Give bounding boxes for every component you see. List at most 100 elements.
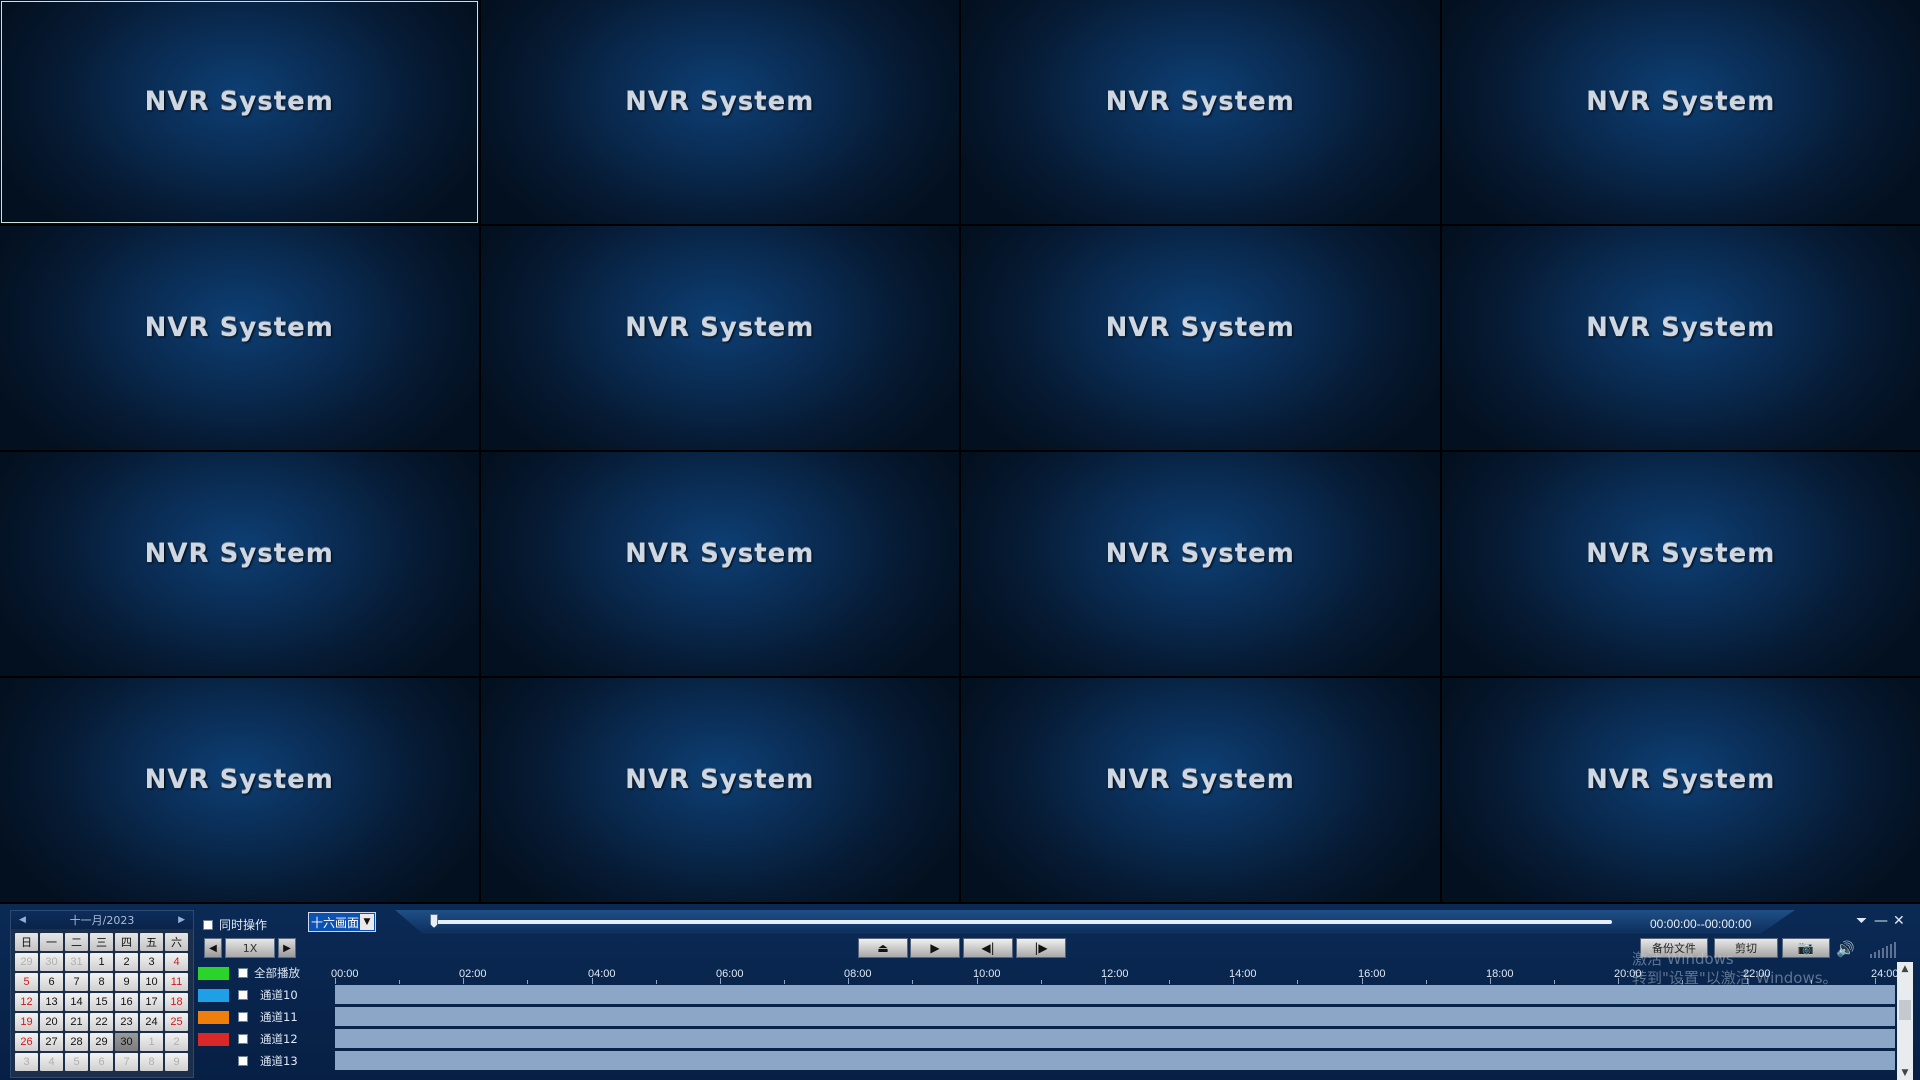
time-tick [1490, 978, 1491, 984]
video-tile[interactable]: NVR System [1441, 452, 1920, 676]
video-tile[interactable]: NVR System [0, 0, 479, 224]
calendar-day[interactable]: 11 [165, 973, 188, 991]
calendar-day[interactable]: 6 [40, 973, 63, 991]
calendar-day[interactable]: 6 [90, 1053, 113, 1071]
volume-icon[interactable]: 🔊 [1836, 940, 1855, 958]
eject-button[interactable]: ⏏ [858, 938, 908, 958]
calendar-day[interactable]: 31 [65, 953, 88, 971]
channel-checkbox[interactable] [238, 990, 248, 1000]
calendar-day[interactable]: 7 [65, 973, 88, 991]
weekday-header: 五 [140, 933, 163, 951]
channel-checkbox[interactable] [238, 1034, 248, 1044]
calendar-day[interactable]: 9 [115, 973, 138, 991]
calendar-day[interactable]: 8 [90, 973, 113, 991]
calendar-day[interactable]: 4 [165, 953, 188, 971]
all-play-checkbox[interactable] [238, 968, 248, 978]
close-icon[interactable]: ✕ [1893, 913, 1905, 929]
video-tile[interactable]: NVR System [961, 452, 1440, 676]
video-tile[interactable]: NVR System [0, 452, 479, 676]
video-tile[interactable]: NVR System [480, 0, 959, 224]
channel-track[interactable] [335, 1007, 1895, 1026]
dropdown-arrow-icon[interactable]: ▼ [360, 914, 374, 930]
calendar-month-label: 十一月/2023 [69, 914, 135, 927]
video-tile[interactable]: NVR System [961, 226, 1440, 450]
video-tile[interactable]: NVR System [1441, 226, 1920, 450]
calendar-day[interactable]: 3 [140, 953, 163, 971]
scroll-down-icon[interactable]: ▼ [1897, 1066, 1913, 1080]
calendar-day[interactable]: 22 [90, 1013, 113, 1031]
backup-file-button[interactable]: 备份文件 [1640, 938, 1708, 958]
calendar-day[interactable]: 21 [65, 1013, 88, 1031]
scroll-up-icon[interactable]: ▲ [1897, 962, 1913, 976]
calendar-day[interactable]: 16 [115, 993, 138, 1011]
calendar-day[interactable]: 30 [115, 1033, 138, 1051]
channel-track[interactable] [335, 985, 1895, 1004]
channel-row: 通道10 [198, 984, 334, 1006]
video-tile[interactable]: NVR System [480, 678, 959, 902]
speed-up-button[interactable]: ▶ [278, 938, 296, 958]
calendar-day[interactable]: 9 [165, 1053, 188, 1071]
calendar-day[interactable]: 2 [165, 1033, 188, 1051]
step-forward-button[interactable]: |▶ [1016, 938, 1066, 958]
video-tile[interactable]: NVR System [480, 226, 959, 450]
progress-track[interactable] [432, 920, 1612, 924]
prev-month-icon[interactable]: ◀ [19, 915, 26, 925]
play-button[interactable]: ▶ [910, 938, 960, 958]
calendar-day[interactable]: 5 [15, 973, 38, 991]
video-tile[interactable]: NVR System [961, 0, 1440, 224]
collapse-icon[interactable]: ⏷ [1856, 913, 1867, 929]
calendar-day[interactable]: 13 [40, 993, 63, 1011]
sync-operation[interactable]: 同时操作 [203, 916, 267, 933]
calendar-day[interactable]: 8 [140, 1053, 163, 1071]
calendar-day[interactable]: 4 [40, 1053, 63, 1071]
calendar-day[interactable]: 24 [140, 1013, 163, 1031]
calendar-day[interactable]: 1 [90, 953, 113, 971]
calendar-day[interactable]: 23 [115, 1013, 138, 1031]
calendar-day[interactable]: 10 [140, 973, 163, 991]
calendar-day[interactable]: 1 [140, 1033, 163, 1051]
sync-checkbox[interactable] [203, 919, 213, 930]
time-tick [1297, 980, 1298, 984]
calendar-day[interactable]: 27 [40, 1033, 63, 1051]
video-tile[interactable]: NVR System [1441, 678, 1920, 902]
step-back-button[interactable]: ◀| [963, 938, 1013, 958]
channel-checkbox[interactable] [238, 1056, 248, 1066]
scroll-thumb[interactable] [1899, 1000, 1911, 1020]
calendar-day[interactable]: 15 [90, 993, 113, 1011]
calendar-day[interactable]: 28 [65, 1033, 88, 1051]
calendar-day[interactable]: 17 [140, 993, 163, 1011]
calendar-day[interactable]: 12 [15, 993, 38, 1011]
calendar-day[interactable]: 2 [115, 953, 138, 971]
video-tile[interactable]: NVR System [0, 678, 479, 902]
calendar-day[interactable]: 26 [15, 1033, 38, 1051]
minimize-icon[interactable]: — [1874, 913, 1888, 929]
calendar-day[interactable]: 29 [15, 953, 38, 971]
calendar-day[interactable]: 7 [115, 1053, 138, 1071]
calendar-day[interactable]: 19 [15, 1013, 38, 1031]
snapshot-button[interactable]: 📷 [1782, 938, 1830, 958]
channel-track[interactable] [335, 1051, 1895, 1070]
next-month-icon[interactable]: ▶ [178, 915, 185, 925]
video-tile[interactable]: NVR System [1441, 0, 1920, 224]
tile-label: NVR System [144, 87, 334, 117]
channel-track[interactable] [335, 1029, 1895, 1048]
time-tick [1618, 978, 1619, 984]
slow-down-button[interactable]: ◀ [204, 938, 222, 958]
calendar-day[interactable]: 29 [90, 1033, 113, 1051]
calendar-day[interactable]: 18 [165, 993, 188, 1011]
calendar-day[interactable]: 20 [40, 1013, 63, 1031]
layout-select[interactable]: 十六画面 ▼ [308, 912, 376, 932]
timeline-scrollbar[interactable]: ▲ ▼ [1897, 962, 1913, 1080]
calendar-day[interactable]: 3 [15, 1053, 38, 1071]
video-tile[interactable]: NVR System [0, 226, 479, 450]
calendar-day[interactable]: 30 [40, 953, 63, 971]
channel-checkbox[interactable] [238, 1012, 248, 1022]
video-tile[interactable]: NVR System [961, 678, 1440, 902]
volume-level-icon[interactable] [1870, 940, 1896, 958]
channel-list: 全部播放 通道10 通道11 通道12 通道13 [198, 962, 334, 1072]
calendar-day[interactable]: 14 [65, 993, 88, 1011]
cut-button[interactable]: 剪切 [1714, 938, 1778, 958]
calendar-day[interactable]: 5 [65, 1053, 88, 1071]
video-tile[interactable]: NVR System [480, 452, 959, 676]
calendar-day[interactable]: 25 [165, 1013, 188, 1031]
